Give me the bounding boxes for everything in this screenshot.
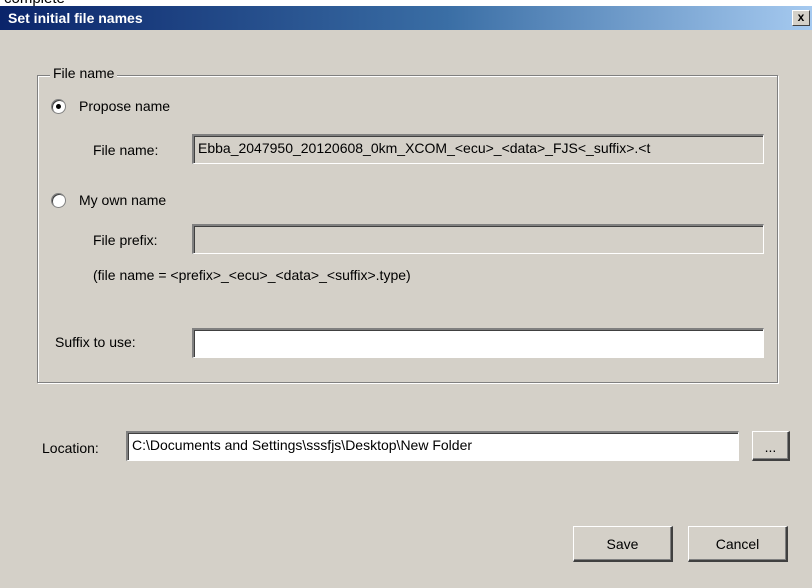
title-bar[interactable]: Set initial file names x — [0, 6, 812, 30]
window-title: Set initial file names — [8, 10, 143, 26]
close-icon: x — [797, 10, 805, 24]
close-button[interactable]: x — [792, 10, 810, 26]
own-name-radio[interactable] — [51, 192, 66, 208]
suffix-input[interactable] — [192, 328, 764, 358]
dialog-window: complete Set initial file names x File n… — [0, 0, 812, 588]
location-input[interactable]: C:\Documents and Settings\sssfjs\Desktop… — [126, 431, 739, 461]
own-name-option[interactable]: My own name — [51, 192, 166, 208]
file-prefix-label: File prefix: — [93, 232, 158, 248]
save-button[interactable]: Save — [573, 526, 673, 562]
propose-name-option[interactable]: Propose name — [51, 98, 170, 114]
file-name-hint: (file name = <prefix>_<ecu>_<data>_<suff… — [93, 267, 411, 283]
browse-button[interactable]: ... — [752, 431, 790, 461]
cancel-button[interactable]: Cancel — [688, 526, 788, 562]
file-prefix-field[interactable] — [192, 224, 764, 254]
location-label: Location: — [42, 440, 99, 456]
groupbox-legend: File name — [50, 65, 118, 81]
propose-name-radio[interactable] — [51, 98, 66, 114]
file-name-label: File name: — [93, 142, 159, 158]
suffix-label: Suffix to use: — [55, 334, 136, 350]
file-name-field[interactable]: Ebba_2047950_20120608_0km_XCOM_<ecu>_<da… — [192, 134, 764, 164]
own-name-label: My own name — [79, 192, 167, 208]
propose-name-label: Propose name — [79, 98, 171, 114]
